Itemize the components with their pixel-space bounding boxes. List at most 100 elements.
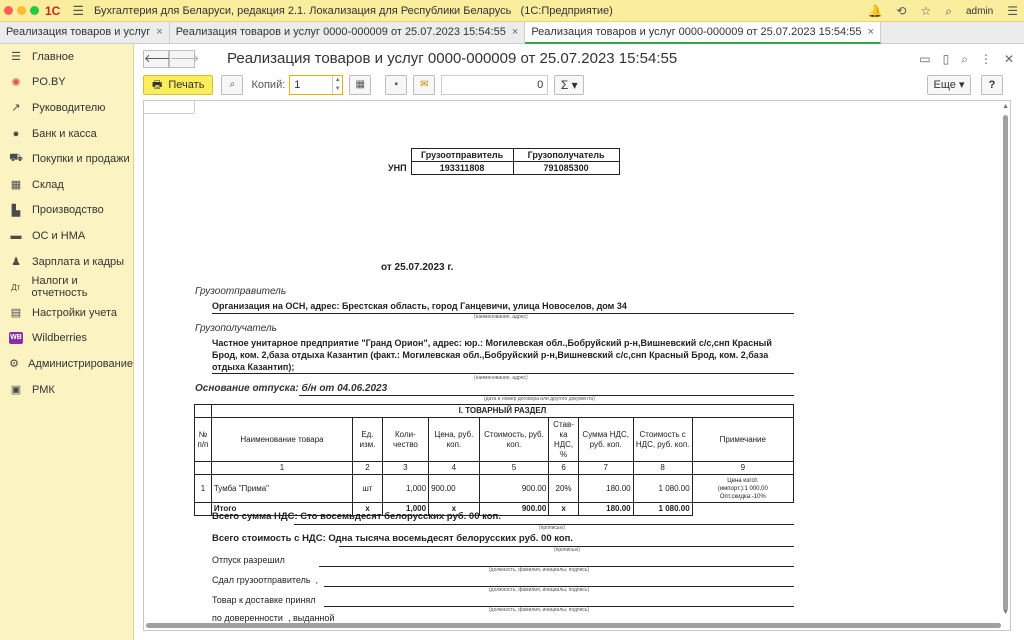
floppy-icon: ▪ [394,79,399,90]
sender-text: Организация на ОСН, адрес: Брестская обл… [212,301,627,311]
sidebar-item-assets[interactable]: ▬ ОС и НМА [0,223,133,249]
edit-button[interactable]: ▦ [349,75,372,95]
spreadsheet-document[interactable]: Грузоотправитель Грузополучатель УНП 193… [143,100,1011,631]
more-vertical-icon[interactable]: ⋮ [980,52,992,67]
search-icon[interactable]: ⌕ [945,4,952,19]
col-price: Цена, руб. коп. [428,417,480,462]
sum-button[interactable]: Σ ▾ [554,75,585,95]
truck-icon: ▬ [10,229,22,242]
document-icon[interactable]: ▯ [943,52,950,67]
sidebar-item-bank[interactable]: ● Банк и касса [0,121,133,147]
close-icon[interactable]: × [156,22,162,44]
unp-sender: 193311808 [410,161,514,175]
vertical-scrollbar[interactable] [1003,115,1008,611]
document-icon: ▤ [10,307,22,320]
copies-stepper[interactable]: ▲ ▼ [332,76,342,94]
accepted-label: Товар к доставке принял [212,595,316,605]
scroll-up-icon[interactable]: ▲ [1002,103,1009,110]
close-icon[interactable]: × [867,22,873,42]
col-cost: Стоимость, руб. коп. [478,417,550,462]
coin-icon: ● [12,127,20,140]
close-icon[interactable]: ✕ [1004,52,1014,67]
sidebar-item-sales[interactable]: ⛟ Покупки и продажи [0,146,133,172]
app-title: Бухгалтерия для Беларуси, редакция 2.1. … [94,4,613,17]
basis-caption: (дата и номер договора или другого докум… [484,396,595,402]
sum-field[interactable]: 0 [441,75,549,95]
history-icon[interactable]: ⟲ [896,4,906,18]
open-tabs-bar: Реализация товаров и услуг × Реализация т… [0,22,1024,44]
user-name[interactable]: admin [966,6,993,17]
released-by-label: Отпуск разрешил [212,555,285,565]
form-actions: ▭ ▯ ⌕ ⋮ ✕ [919,52,1014,67]
sender-label: Грузоотправитель [195,286,287,297]
document-date: от 25.07.2023 г. [381,262,454,273]
receiver-caption: (наименование, адрес) [474,375,528,381]
send-email-button[interactable]: ✉ [413,75,436,95]
sidebar-item-manager[interactable]: ↗ Руководителю [0,95,133,121]
sidebar-item-main[interactable]: ☰ Главное [0,44,133,70]
help-button[interactable]: ? [981,75,1003,95]
preview-button[interactable]: ⌕ [221,75,244,95]
sender-sign-label: Сдал грузоотправитель , [212,575,319,585]
grand-total-caption: (прописью) [554,547,580,553]
tab-realization-doc[interactable]: Реализация товаров и услуг 0000-000009 о… [170,22,526,44]
col-name: Наименование товара [210,417,354,462]
cart-icon: ⛟ [9,152,23,165]
goods-section-title: I. ТОВАРНЫЙ РАЗДЕЛ [210,404,795,418]
receiver-text-line-1: Частное унитарное предприятие "Гранд Ори… [212,338,772,348]
col-qty: Коли- чество [381,417,430,462]
sidebar-item-production[interactable]: ▙ Производство [0,198,133,224]
receiver-label: Грузополучатель [195,323,277,334]
printer-icon: 🖶 [152,78,163,91]
main-menu-icon[interactable]: ☰ [72,3,84,19]
star-icon[interactable]: ☆ [920,4,931,18]
col-vat-rate: Став- ка НДС, % [548,417,579,462]
tax-icon: Дт [11,282,21,292]
more-button[interactable]: Еще ▾ [927,75,971,95]
row-note: Цена изгот. (импорт.):1 000,00 Опт.скидка:… [691,474,795,503]
preview-icon[interactable]: ⌕ [961,52,968,67]
sidebar-item-rmk[interactable]: ▣ РМК [0,377,133,403]
sidebar-item-settings[interactable]: ▤ Настройки учета [0,300,133,326]
sidebar-item-wildberries[interactable]: WB Wildberries [0,326,133,352]
vat-total-caption: (прописью) [539,525,565,531]
person-icon: ♟ [11,256,21,269]
form-area: 🡐 🡒 Реализация товаров и услуг 0000-0000… [135,44,1024,640]
print-button[interactable]: 🖶 Печать [143,75,214,95]
tab-realization-list[interactable]: Реализация товаров и услуг × [0,22,170,44]
save-icon[interactable]: ▭ [919,52,930,67]
divider [144,113,194,114]
settings-menu-icon[interactable]: ☰ [1007,4,1018,18]
divider [194,101,195,113]
page-title: Реализация товаров и услуг 0000-000009 о… [227,50,678,67]
released-by-caption: (должность, фамилия, инициалы, подпись) [489,567,590,573]
tab-realization-print[interactable]: Реализация товаров и услуг 0000-000009 о… [525,22,881,44]
unp-header-sender: Грузоотправитель [410,148,514,162]
sidebar-item-salary[interactable]: ♟ Зарплата и кадры [0,249,133,275]
copies-input[interactable]: 1 ▲ ▼ [289,75,344,95]
col-unit: Ед. изм. [352,417,383,462]
unp-label: УНП [388,163,407,173]
vat-total-text: Всего сумма НДС: Сто восемьдесят белорус… [212,511,501,522]
sidebar-item-poby[interactable]: ✺ PO.BY [0,70,133,96]
back-button[interactable]: 🡐 [143,50,174,68]
sidebar-item-warehouse[interactable]: ▦ Склад [0,172,133,198]
gear-icon: ⚙ [9,358,19,371]
grand-total-text: Всего стоимость с НДС: Одна тысяча восем… [212,533,574,544]
window-close-button[interactable] [4,6,13,15]
magnifier-icon: ⌕ [229,79,236,90]
sidebar-item-admin[interactable]: ⚙ Администрирование [0,351,133,377]
window-minimize-button[interactable] [17,6,26,15]
warehouse-icon: ▦ [10,179,22,192]
sidebar-item-taxes[interactable]: Дт Налоги и отчетность [0,274,133,300]
forward-button[interactable]: 🡒 [169,50,200,68]
col-num: № п/п [194,417,212,462]
bell-icon[interactable]: 🔔 [867,4,882,18]
save-file-button[interactable]: ▪ [385,75,408,95]
horizontal-scrollbar[interactable] [146,623,1001,628]
sections-sidebar: ☰ Главное ✺ PO.BY ↗ Руководителю ● Банк и ка… [0,44,134,640]
scroll-down-icon[interactable]: ▼ [1002,609,1009,616]
window-maximize-button[interactable] [30,6,39,15]
close-icon[interactable]: × [512,22,518,44]
col-note: Примечание [691,417,795,462]
